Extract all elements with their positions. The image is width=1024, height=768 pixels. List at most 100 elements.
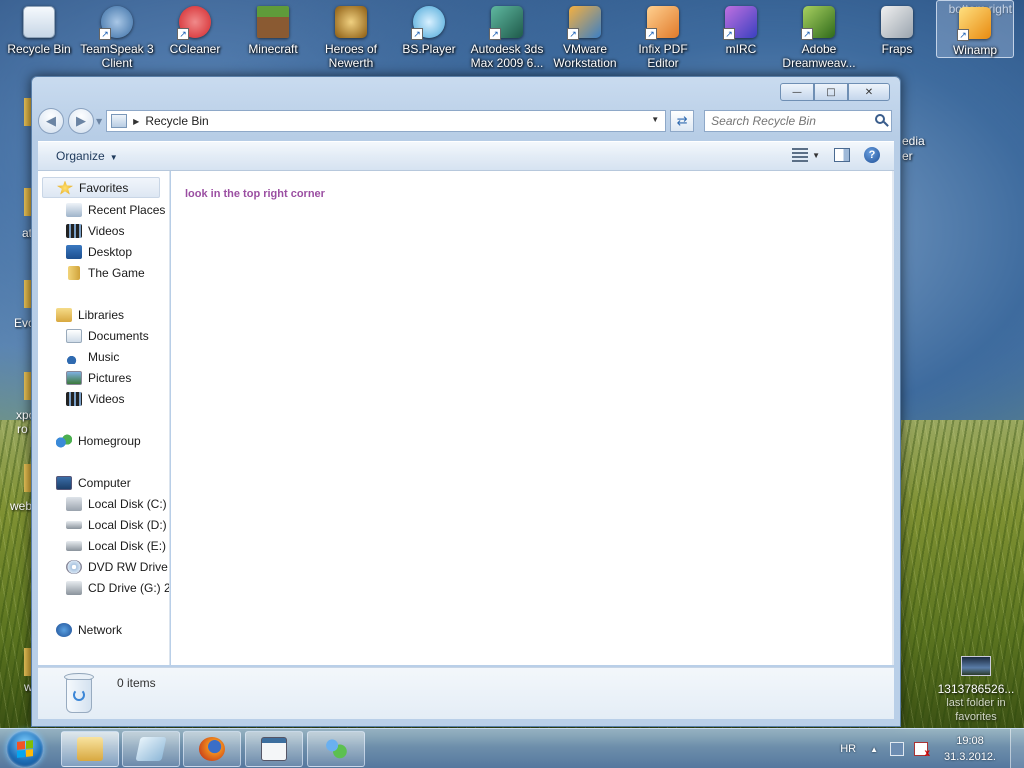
desktop-icon-label: Winamp	[952, 43, 997, 57]
item-count: 0 items	[117, 676, 156, 690]
taskbar-window-app-button[interactable]	[245, 731, 303, 767]
content-message: look in the top right corner	[185, 188, 325, 200]
computer-icon	[56, 475, 72, 490]
desktop-icon-label: Infix PDF Editor	[638, 42, 688, 70]
search-icon[interactable]	[875, 114, 885, 124]
change-view-icon[interactable]	[792, 148, 809, 162]
nav-videos-lib[interactable]: Videos	[66, 388, 124, 409]
desktop-icon-label: Adobe Dreamweav...	[782, 42, 856, 70]
nav-the-game[interactable]: The Game	[66, 262, 145, 283]
desktop-icon-bsplayer[interactable]: ↗ BS.Player	[390, 0, 468, 56]
recent-places-icon	[66, 202, 82, 217]
videos-icon	[66, 223, 82, 238]
desktop-icon-fraps[interactable]: Fraps	[858, 0, 936, 56]
pictures-icon	[66, 370, 82, 385]
recent-pages-dropdown-icon[interactable]: ▼	[96, 117, 102, 126]
desktop-icon-fragment[interactable]: er	[902, 149, 913, 163]
breadcrumb-chevron-icon[interactable]: ▶	[133, 117, 139, 126]
address-dropdown-icon[interactable]: ▼	[651, 115, 659, 124]
nav-libraries[interactable]: Libraries	[56, 304, 124, 325]
nav-cd-drive-g[interactable]: CD Drive (G:) 20	[66, 577, 169, 598]
desktop-icon-fragment[interactable]: edia	[902, 134, 925, 148]
nav-videos-fav[interactable]: Videos	[66, 220, 124, 241]
desktop-icon-label: 1313786526...	[937, 682, 1015, 696]
preview-pane-icon[interactable]	[834, 148, 850, 162]
desktop-icon-3dsmax[interactable]: ↗ Autodesk 3ds Max 2009 6...	[468, 0, 546, 70]
nav-desktop[interactable]: Desktop	[66, 241, 132, 262]
nav-network[interactable]: Network	[56, 619, 122, 640]
desktop-icon-infix-pdf[interactable]: ↗ Infix PDF Editor	[624, 0, 702, 70]
help-icon[interactable]: ?	[864, 147, 880, 163]
desktop-icon-label: Recycle Bin	[7, 42, 71, 56]
show-hidden-icons-icon[interactable]: ▲	[870, 745, 878, 754]
forward-button[interactable]: ▶	[68, 108, 94, 134]
taskbar-notepad-button[interactable]	[122, 731, 180, 767]
recycle-bin-small-icon	[111, 114, 128, 128]
teamspeak-icon: ↗	[99, 6, 133, 40]
taskbar-firefox-button[interactable]	[183, 731, 241, 767]
desktop-icon-image-file[interactable]: 1313786526... last folder in favorites	[928, 656, 1024, 724]
videos-icon	[66, 391, 82, 406]
dvd-drive-icon	[66, 559, 82, 574]
desktop-icon-winamp[interactable]: ↗ Winamp	[936, 0, 1014, 58]
address-bar[interactable]: ▶ Recycle Bin ▼	[106, 110, 667, 132]
nav-local-disk-c[interactable]: Local Disk (C:)	[66, 493, 167, 514]
desktop-icon-teamspeak[interactable]: ↗ TeamSpeak 3 Client	[78, 0, 156, 70]
organize-label: Organize	[56, 149, 105, 163]
desktop-icon-fragment[interactable]: ro	[17, 422, 28, 436]
desktop-icon-ccleaner[interactable]: ↗ CCleaner	[156, 0, 234, 56]
organize-button[interactable]: Organize ▼	[56, 149, 118, 163]
vmware-icon: ↗	[567, 6, 601, 40]
taskbar-explorer-button[interactable]	[61, 731, 119, 767]
nav-label: DVD RW Drive (	[88, 559, 170, 574]
system-drive-icon	[66, 496, 82, 511]
language-indicator[interactable]: HR	[840, 743, 856, 755]
desktop-icon-label: TeamSpeak 3 Client	[80, 42, 154, 70]
desktop-icon-mirc[interactable]: ↗ mIRC	[702, 0, 780, 56]
show-desktop-button[interactable]	[1010, 729, 1024, 768]
nav-dvd-rw-drive[interactable]: DVD RW Drive (	[66, 556, 170, 577]
file-list-area[interactable]: look in the top right corner	[171, 171, 894, 665]
nav-pictures[interactable]: Pictures	[66, 367, 131, 388]
nav-homegroup[interactable]: Homegroup	[56, 430, 141, 451]
nav-documents[interactable]: Documents	[66, 325, 149, 346]
desktop-icon-fragment[interactable]: web	[10, 499, 32, 513]
taskbar-messenger-button[interactable]	[307, 731, 365, 767]
folder-icon	[68, 265, 80, 280]
clock-time: 19:08	[956, 735, 984, 747]
desktop-icon-minecraft[interactable]: Minecraft	[234, 0, 312, 56]
view-options-dropdown-icon[interactable]: ▼	[812, 151, 820, 160]
nav-favorites[interactable]: Favorites	[42, 177, 160, 198]
search-input[interactable]	[705, 111, 891, 131]
clock[interactable]: 19:08 31.3.2012.	[938, 733, 1002, 765]
command-bar: Organize ▼ ▼ ?	[38, 141, 894, 171]
desktop-icon-dreamweaver[interactable]: ↗ Adobe Dreamweav...	[780, 0, 858, 70]
nav-music[interactable]: Music	[66, 346, 119, 367]
desktop-icon-label: last folder in	[946, 697, 1006, 709]
navigation-pane: Favorites Recent Places Videos Desktop T…	[38, 171, 170, 665]
desktop-icon-vmware[interactable]: ↗ VMware Workstation	[546, 0, 624, 70]
network-disconnected-icon[interactable]	[914, 742, 930, 759]
desktop-icon-recycle-bin[interactable]: Recycle Bin	[0, 0, 78, 56]
back-button[interactable]: ◀	[38, 108, 64, 134]
search-box[interactable]	[704, 110, 892, 132]
refresh-button[interactable]: ⇄	[670, 110, 695, 132]
image-thumbnail-icon	[961, 656, 991, 676]
desktop-icon-label: mIRC	[725, 42, 757, 56]
desktop-icon-hon[interactable]: Heroes of Newerth	[312, 0, 390, 70]
messenger-icon	[323, 737, 349, 761]
firefox-icon	[199, 737, 225, 761]
winamp-icon: ↗	[957, 7, 991, 41]
nav-local-disk-d[interactable]: Local Disk (D:)	[66, 514, 167, 535]
close-button[interactable]: ✕	[848, 83, 890, 101]
nav-label: Music	[88, 349, 120, 364]
start-button[interactable]	[6, 730, 44, 768]
nav-local-disk-e[interactable]: Local Disk (E:)	[66, 535, 166, 556]
maximize-button[interactable]: □	[814, 83, 848, 101]
nav-computer[interactable]: Computer	[56, 472, 131, 493]
minimize-button[interactable]: —	[780, 83, 814, 101]
nav-recent-places[interactable]: Recent Places	[66, 199, 165, 220]
breadcrumb-recycle-bin[interactable]: Recycle Bin	[145, 114, 208, 128]
action-center-icon[interactable]	[890, 742, 904, 756]
nav-label: Favorites	[79, 180, 129, 195]
